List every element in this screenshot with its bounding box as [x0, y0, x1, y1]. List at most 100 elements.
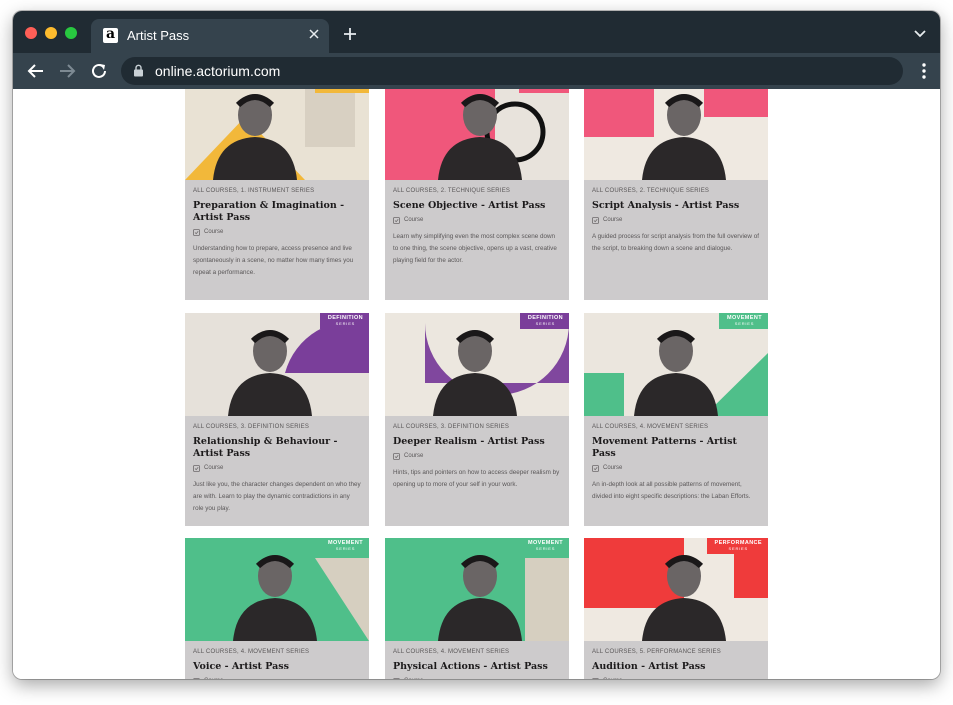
course-type-row: Course — [193, 463, 361, 473]
course-title[interactable]: Audition - Artist Pass — [592, 661, 760, 673]
course-title[interactable]: Physical Actions - Artist Pass — [393, 661, 561, 673]
browser-toolbar: online.actorium.com — [13, 53, 940, 89]
course-type-label: Course — [204, 465, 224, 471]
forward-arrow-icon — [60, 64, 76, 78]
series-badge-sublabel: SERIES — [535, 321, 556, 326]
course-type-row: Course — [393, 676, 561, 679]
tab-artist-pass[interactable]: a Artist Pass — [91, 19, 329, 53]
course-card[interactable]: DEFINITION SERIES ALL COURSES, 3. DEFINITI… — [185, 313, 369, 526]
series-badge-sublabel: SERIES — [527, 89, 563, 91]
plus-icon — [344, 28, 356, 40]
series-badge: TECHNIQUESERIES — [519, 89, 569, 93]
course-card-body: ALL COURSES, 3. DEFINITION SERIES Relatio… — [193, 424, 361, 515]
course-thumbnail[interactable]: TECHNIQUESERIES — [385, 89, 569, 180]
tab-title: Artist Pass — [127, 28, 190, 43]
course-thumbnail[interactable]: TECHNIQUESERIES — [584, 89, 768, 180]
course-title[interactable]: Script Analysis - Artist Pass — [592, 200, 760, 212]
course-icon — [393, 216, 400, 224]
course-thumbnail[interactable]: DEFINITION SERIES — [385, 313, 569, 416]
page-content: INSTRUMENTSERIES ALL COURSES, 1. INSTRUME… — [13, 89, 940, 679]
back-button[interactable] — [27, 62, 45, 80]
course-categories[interactable]: ALL COURSES, 5. PERFORMANCE SERIES — [592, 649, 760, 655]
series-badge: TECHNIQUESERIES — [718, 89, 768, 93]
course-title[interactable]: Movement Patterns - Artist Pass — [592, 436, 760, 460]
course-description: An in-depth look at all possible pattern… — [592, 481, 751, 500]
course-categories[interactable]: ALL COURSES, 3. DEFINITION SERIES — [393, 424, 561, 430]
course-icon — [592, 677, 599, 679]
course-categories[interactable]: ALL COURSES, 4. MOVEMENT SERIES — [592, 424, 760, 430]
course-card[interactable]: TECHNIQUESERIES ALL COURSES, 2. TECHNIQUE… — [584, 89, 768, 300]
series-badge-sublabel: SERIES — [335, 546, 356, 551]
course-card-body: ALL COURSES, 5. PERFORMANCE SERIES Auditi… — [592, 649, 760, 679]
series-badge: PERFORMANCE SERIES — [706, 538, 768, 554]
address-bar[interactable]: online.actorium.com — [121, 57, 903, 85]
course-categories[interactable]: ALL COURSES, 1. INSTRUMENT SERIES — [193, 188, 361, 194]
zoom-window-button[interactable] — [65, 27, 77, 39]
course-type-row: Course — [193, 227, 361, 237]
course-type-row: Course — [592, 463, 760, 473]
course-type-row: Course — [393, 215, 561, 225]
close-window-button[interactable] — [25, 27, 37, 39]
course-title[interactable]: Voice - Artist Pass — [193, 661, 361, 673]
forward-button[interactable] — [58, 62, 76, 80]
url-text[interactable]: online.actorium.com — [155, 63, 280, 79]
course-card[interactable]: PERFORMANCE SERIES ALL COURSES, 5. PERFORM… — [584, 538, 768, 679]
course-card-body: ALL COURSES, 2. TECHNIQUE SERIES Script A… — [592, 188, 760, 255]
series-badge: MOVEMENT SERIES — [719, 313, 768, 329]
course-artwork — [584, 89, 768, 180]
series-badge-sublabel: SERIES — [323, 89, 363, 91]
course-card[interactable]: INSTRUMENTSERIES ALL COURSES, 1. INSTRUME… — [185, 89, 369, 300]
course-categories[interactable]: ALL COURSES, 2. TECHNIQUE SERIES — [592, 188, 760, 194]
course-thumbnail[interactable]: PERFORMANCE SERIES — [584, 538, 768, 641]
course-title[interactable]: Relationship & Behaviour - Artist Pass — [193, 436, 361, 460]
course-description: A guided process for script analysis fro… — [592, 233, 759, 252]
series-badge: DEFINITION SERIES — [319, 313, 369, 329]
lock-icon[interactable] — [133, 64, 144, 82]
course-type-row: Course — [592, 676, 760, 679]
reload-icon — [92, 63, 106, 78]
tab-search-button[interactable] — [914, 25, 926, 43]
course-thumbnail[interactable]: MOVEMENT SERIES — [584, 313, 768, 416]
course-icon — [193, 228, 200, 236]
course-icon — [193, 464, 200, 472]
browser-menu-button[interactable] — [922, 63, 926, 84]
course-card[interactable]: MOVEMENT SERIES ALL COURSES, 4. MOVEMENT S… — [584, 313, 768, 526]
close-icon — [309, 29, 319, 39]
new-tab-button[interactable] — [343, 23, 357, 45]
course-categories[interactable]: ALL COURSES, 4. MOVEMENT SERIES — [193, 649, 361, 655]
course-description: Understanding how to prepare, access pre… — [193, 245, 354, 276]
course-thumbnail[interactable]: DEFINITION SERIES — [185, 313, 369, 416]
series-badge: MOVEMENT SERIES — [520, 538, 569, 554]
course-card[interactable]: TECHNIQUESERIES ALL COURSES, 2. TECHNIQUE… — [385, 89, 569, 300]
course-card[interactable]: MOVEMENT SERIES ALL COURSES, 4. MOVEMENT S… — [185, 538, 369, 679]
course-title[interactable]: Preparation & Imagination - Artist Pass — [193, 200, 361, 224]
series-badge-sublabel: SERIES — [728, 546, 748, 551]
course-thumbnail[interactable]: MOVEMENT SERIES — [385, 538, 569, 641]
course-type-row: Course — [393, 451, 561, 461]
course-type-row: Course — [592, 215, 760, 225]
series-badge-sublabel: SERIES — [734, 321, 755, 326]
course-categories[interactable]: ALL COURSES, 2. TECHNIQUE SERIES — [393, 188, 561, 194]
course-title[interactable]: Deeper Realism - Artist Pass — [393, 436, 561, 448]
series-badge-sublabel: SERIES — [726, 89, 762, 91]
course-card[interactable]: MOVEMENT SERIES ALL COURSES, 4. MOVEMENT S… — [385, 538, 569, 679]
course-card-body: ALL COURSES, 4. MOVEMENT SERIES Voice - A… — [193, 649, 361, 679]
course-card[interactable]: DEFINITION SERIES ALL COURSES, 3. DEFINITI… — [385, 313, 569, 526]
close-tab-button[interactable] — [309, 26, 319, 44]
course-type-label: Course — [404, 678, 423, 679]
course-card-body: ALL COURSES, 3. DEFINITION SERIES Deeper … — [393, 424, 561, 491]
course-thumbnail[interactable]: MOVEMENT SERIES — [185, 538, 369, 641]
course-categories[interactable]: ALL COURSES, 4. MOVEMENT SERIES — [393, 649, 561, 655]
course-thumbnail[interactable]: INSTRUMENTSERIES — [185, 89, 369, 180]
course-type-label: Course — [404, 217, 424, 223]
course-title[interactable]: Scene Objective - Artist Pass — [393, 200, 561, 212]
back-arrow-icon — [27, 64, 43, 78]
course-icon — [592, 464, 599, 472]
browser-window: a Artist Pass online.actorium.com ALL CO… — [13, 11, 940, 679]
course-card-body: ALL COURSES, 1. INSTRUMENT SERIES Prepara… — [193, 188, 361, 279]
course-card-body: ALL COURSES, 4. MOVEMENT SERIES Physical … — [393, 649, 561, 679]
actorium-favicon-icon: a — [103, 27, 118, 43]
course-categories[interactable]: ALL COURSES, 3. DEFINITION SERIES — [193, 424, 361, 430]
reload-button[interactable] — [90, 62, 108, 80]
minimize-window-button[interactable] — [45, 27, 57, 39]
